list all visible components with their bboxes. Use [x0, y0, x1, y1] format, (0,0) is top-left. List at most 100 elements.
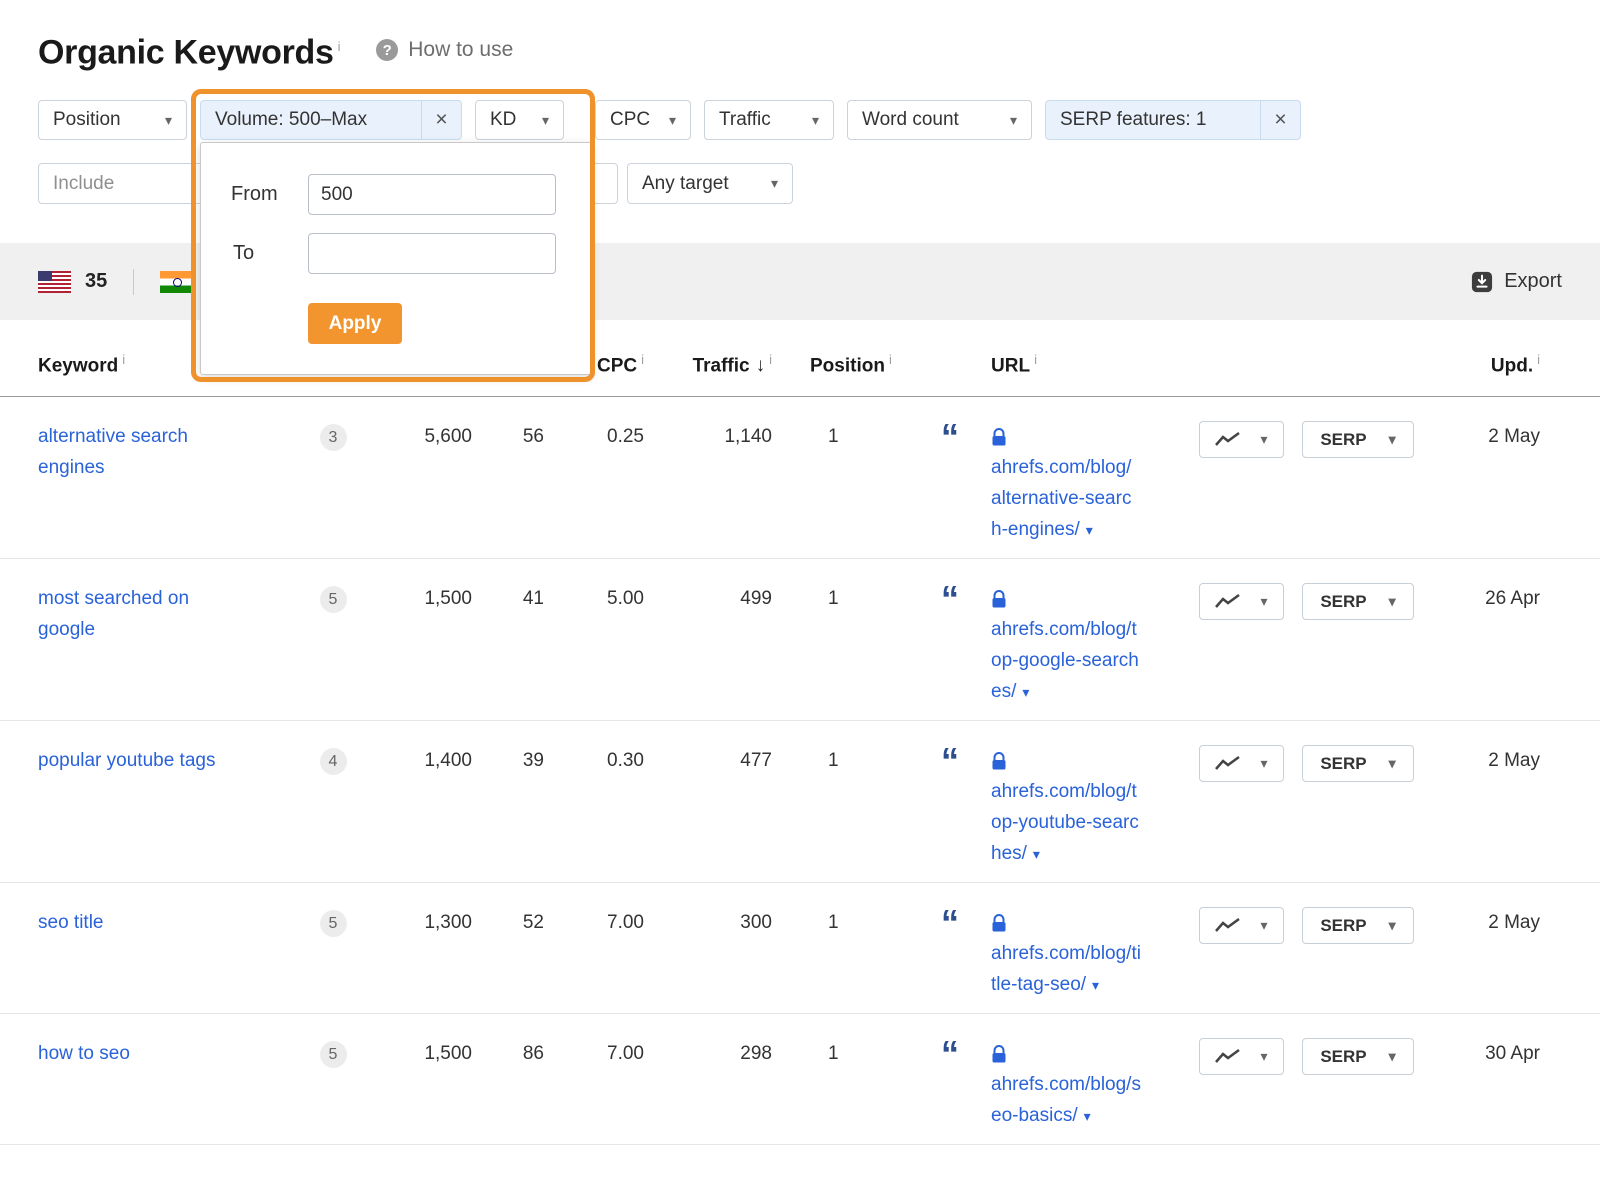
line-chart-icon — [1215, 431, 1241, 449]
organic-keywords-page: Organic Keywordsi ? How to use Position … — [0, 0, 1600, 1200]
keyword-badge: 5 — [320, 586, 347, 613]
line-chart-icon — [1215, 755, 1241, 773]
table-row: alternative search engines 3 5,600 56 0.… — [0, 397, 1600, 559]
filter-serp-features-remove-icon[interactable]: × — [1260, 101, 1300, 139]
position-history-chart-button[interactable]: ▾ — [1199, 907, 1284, 944]
info-icon: i — [769, 352, 772, 367]
serp-button[interactable]: SERP▾ — [1302, 745, 1414, 782]
url-expand-caret-icon[interactable]: ▾ — [1084, 1108, 1091, 1124]
page-header: Organic Keywordsi ? How to use — [0, 0, 1600, 72]
question-icon: ? — [376, 39, 398, 61]
column-header-chart — [1190, 320, 1290, 396]
filter-volume-chip[interactable]: Volume: 500–Max × — [200, 100, 462, 140]
table-row: seo title 5 1,300 52 7.00 300 1 “ ahrefs… — [0, 883, 1600, 1014]
us-flag-icon[interactable] — [38, 271, 71, 293]
india-flag-icon[interactable] — [160, 271, 193, 293]
column-header-position[interactable]: Position i — [776, 320, 906, 396]
keyword-link[interactable]: seo title — [38, 907, 103, 938]
traffic-value: 298 — [648, 1014, 776, 1144]
chevron-down-icon: ▾ — [1389, 1048, 1396, 1065]
position-history-chart-button[interactable]: ▾ — [1199, 745, 1284, 782]
url-expand-caret-icon[interactable]: ▾ — [1033, 846, 1040, 862]
keyword-link[interactable]: most searched on google — [38, 583, 238, 645]
quote-icon[interactable]: “ — [941, 578, 959, 619]
result-url-link[interactable]: ahrefs.com/blog/top-youtube-searches/▾ — [991, 776, 1141, 870]
keyword-link[interactable]: alternative search engines — [38, 421, 238, 483]
chevron-down-icon: ▾ — [1389, 431, 1396, 448]
keyword-badge: 5 — [320, 910, 347, 937]
chevron-down-icon: ▾ — [812, 112, 819, 129]
volume-value: 1,300 — [366, 883, 476, 1013]
cpc-value: 7.00 — [548, 1014, 648, 1144]
how-to-use-link[interactable]: ? How to use — [376, 38, 513, 62]
position-value: 1 — [776, 883, 906, 1013]
export-icon — [1471, 271, 1493, 293]
quote-icon[interactable]: “ — [941, 740, 959, 781]
chevron-down-icon: ▾ — [165, 112, 172, 129]
column-header-updated[interactable]: Upd.i — [1420, 320, 1600, 396]
filter-cpc-label: CPC — [610, 109, 650, 131]
position-value: 1 — [776, 721, 906, 882]
apply-button[interactable]: Apply — [308, 303, 402, 344]
cpc-value: 0.25 — [548, 397, 648, 558]
filter-kd-dropdown[interactable]: KD ▾ — [475, 100, 564, 140]
any-target-dropdown[interactable]: Any target ▾ — [627, 163, 793, 204]
serp-button[interactable]: SERP▾ — [1302, 1038, 1414, 1075]
chevron-down-icon: ▾ — [1260, 424, 1267, 455]
info-icon: i — [122, 352, 125, 367]
export-button[interactable]: Export — [1471, 270, 1562, 293]
filter-word-count-label: Word count — [862, 109, 959, 131]
table-row: how to seo 5 1,500 86 7.00 298 1 “ ahref… — [0, 1014, 1600, 1145]
volume-to-input[interactable] — [308, 233, 556, 274]
serp-button[interactable]: SERP▾ — [1302, 421, 1414, 458]
column-header-url[interactable]: URL i — [980, 320, 1190, 396]
position-history-chart-button[interactable]: ▾ — [1199, 1038, 1284, 1075]
filter-serp-features-chip[interactable]: SERP features: 1 × — [1045, 100, 1301, 140]
filter-position-dropdown[interactable]: Position ▾ — [38, 100, 187, 140]
result-url-link[interactable]: ahrefs.com/blog/seo-basics/▾ — [991, 1069, 1141, 1132]
kd-value: 39 — [476, 721, 548, 882]
column-header-traffic[interactable]: Traffic↓i — [648, 320, 776, 396]
filter-traffic-dropdown[interactable]: Traffic ▾ — [704, 100, 834, 140]
quote-icon[interactable]: “ — [941, 1033, 959, 1074]
keyword-link[interactable]: popular youtube tags — [38, 745, 215, 776]
url-expand-caret-icon[interactable]: ▾ — [1092, 977, 1099, 993]
quote-icon[interactable]: “ — [941, 902, 959, 943]
info-icon: i — [889, 352, 892, 367]
url-expand-caret-icon[interactable]: ▾ — [1086, 522, 1093, 538]
result-url-link[interactable]: ahrefs.com/blog/top-google-searches/▾ — [991, 614, 1141, 708]
volume-value: 1,400 — [366, 721, 476, 882]
filter-word-count-dropdown[interactable]: Word count ▾ — [847, 100, 1032, 140]
keyword-badge: 5 — [320, 1041, 347, 1068]
lock-icon — [991, 907, 1190, 938]
position-history-chart-button[interactable]: ▾ — [1199, 421, 1284, 458]
table-row: most searched on google 5 1,500 41 5.00 … — [0, 559, 1600, 721]
position-history-chart-button[interactable]: ▾ — [1199, 583, 1284, 620]
filter-cpc-dropdown[interactable]: CPC ▾ — [595, 100, 691, 140]
filter-volume-remove-icon[interactable]: × — [421, 101, 461, 139]
info-icon: i — [1034, 352, 1037, 367]
chevron-down-icon: ▾ — [1260, 586, 1267, 617]
column-header-updated-label: Upd. — [1491, 355, 1533, 376]
chevron-down-icon: ▾ — [1260, 1041, 1267, 1072]
chevron-down-icon: ▾ — [771, 175, 778, 192]
serp-button[interactable]: SERP▾ — [1302, 583, 1414, 620]
column-header-traffic-label: Traffic — [693, 355, 750, 376]
quote-icon[interactable]: “ — [941, 416, 959, 457]
column-header-url-label: URL — [991, 355, 1030, 376]
column-header-position-label: Position — [810, 355, 885, 376]
volume-from-input[interactable] — [308, 174, 556, 215]
keyword-link[interactable]: how to seo — [38, 1038, 130, 1069]
volume-value: 5,600 — [366, 397, 476, 558]
serp-button[interactable]: SERP▾ — [1302, 907, 1414, 944]
url-expand-caret-icon[interactable]: ▾ — [1022, 684, 1029, 700]
from-label: From — [231, 183, 278, 206]
column-header-keyword-label: Keyword — [38, 355, 118, 376]
lock-icon — [991, 583, 1190, 614]
result-url-link[interactable]: ahrefs.com/blog/alternative-search-engin… — [991, 452, 1141, 546]
result-url-text: ahrefs.com/blog/seo-basics/ — [991, 1074, 1141, 1126]
updated-date: 2 May — [1420, 397, 1600, 558]
result-url-link[interactable]: ahrefs.com/blog/title-tag-seo/▾ — [991, 938, 1141, 1001]
traffic-value: 477 — [648, 721, 776, 882]
result-url-text: ahrefs.com/blog/title-tag-seo/ — [991, 943, 1141, 995]
